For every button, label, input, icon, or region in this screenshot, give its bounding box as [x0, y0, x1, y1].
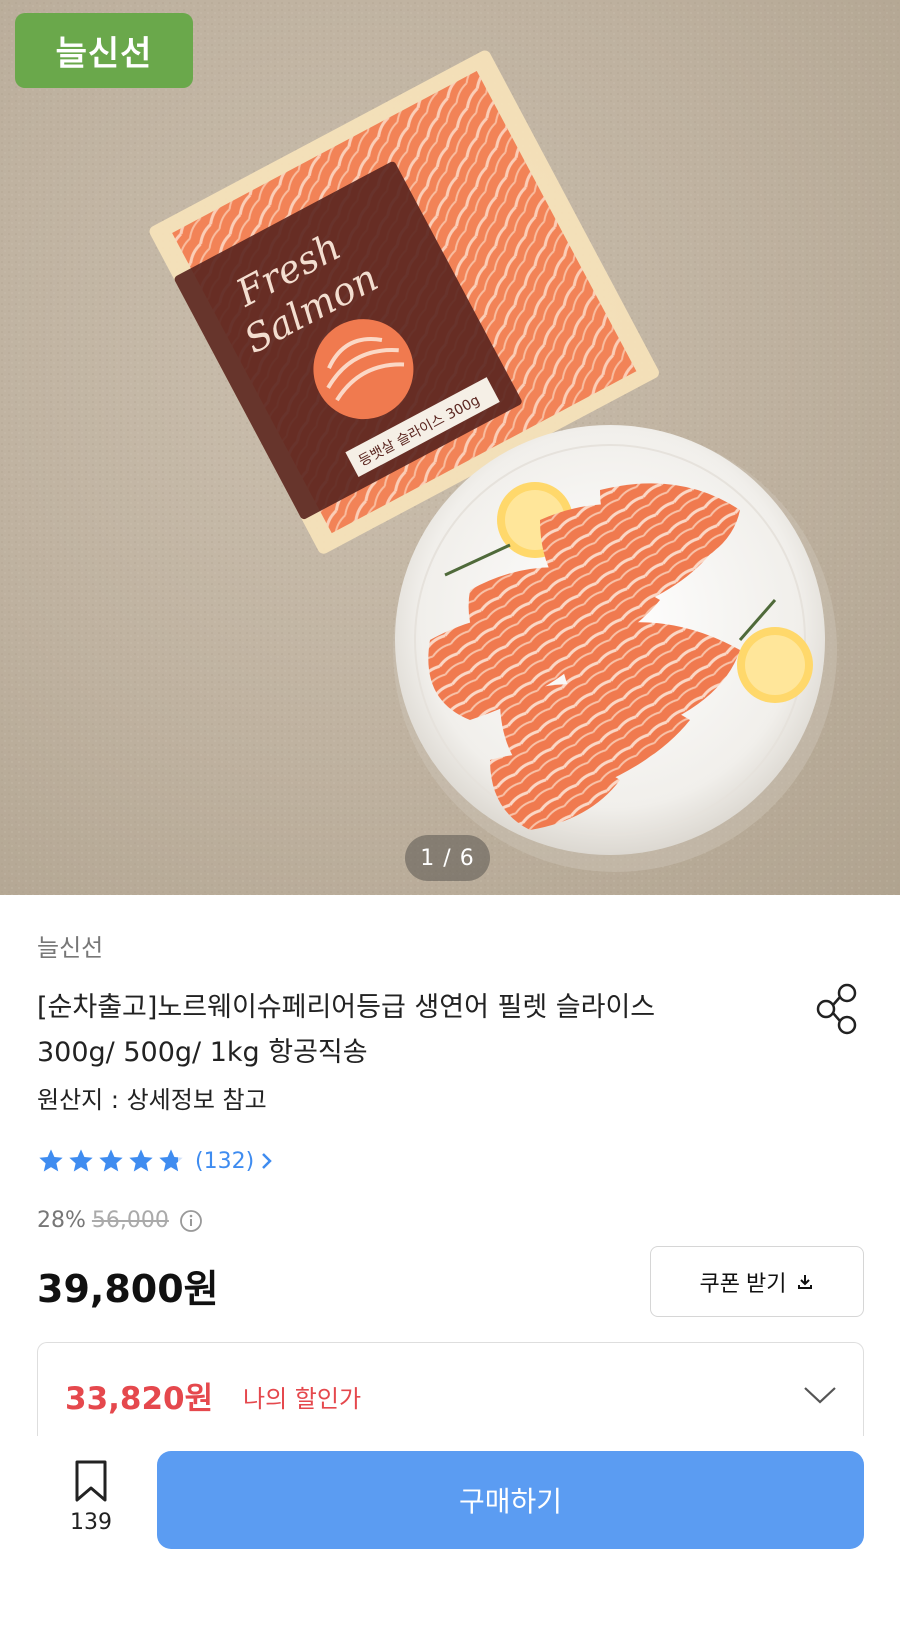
star-icon [39, 1149, 63, 1172]
product-title: [순차출고]노르웨이슈페리어등급 생연어 필렛 슬라이스 300g/ 500g/… [37, 985, 797, 1075]
buy-button[interactable]: 구매하기 [157, 1451, 864, 1549]
star-icon [99, 1149, 123, 1172]
product-image-carousel[interactable]: Fresh Salmon 등뱃살 슬라이스 300g 늘신선 1 / 6 [0, 0, 900, 895]
download-icon [797, 1274, 812, 1289]
star-half-icon [159, 1149, 183, 1172]
share-icon [816, 983, 857, 1035]
product-title-line2: 300g/ 500g/ 1kg 항공직송 [37, 1037, 368, 1068]
star-rating [37, 1147, 185, 1175]
brand-badge: 늘신선 [15, 13, 193, 88]
coupon-button-label: 쿠폰 받기 [699, 1270, 787, 1296]
discount-percent: 28% [37, 1208, 86, 1233]
coupon-button[interactable]: 쿠폰 받기 [650, 1246, 864, 1317]
my-discount-label: 나의 할인가 [243, 1385, 362, 1413]
chevron-right-icon [260, 1151, 274, 1171]
bookmark-icon [75, 1460, 107, 1502]
my-discount-price: 33,820원 [65, 1381, 214, 1417]
bookmark-button[interactable]: 139 [55, 1460, 127, 1550]
sale-price: 39,800원 [37, 1267, 219, 1311]
review-count[interactable]: (132) [195, 1149, 254, 1174]
original-price: 56,000 [91, 1208, 169, 1233]
seller-name[interactable]: 늘신선 [37, 928, 103, 963]
origin-info: 원산지 : 상세정보 참고 [37, 1086, 267, 1114]
info-icon[interactable] [179, 1209, 203, 1233]
star-icon [129, 1149, 153, 1172]
share-button[interactable] [812, 980, 864, 1038]
star-icon [69, 1149, 93, 1172]
product-title-line1: [순차출고]노르웨이슈페리어등급 생연어 필렛 슬라이스 [37, 992, 656, 1023]
bookmark-count: 139 [70, 1510, 112, 1535]
product-photo: Fresh Salmon 등뱃살 슬라이스 300g [0, 0, 900, 895]
discount-row: 28% 56,000 [37, 1208, 203, 1233]
chevron-down-icon[interactable] [803, 1385, 837, 1405]
image-counter: 1 / 6 [405, 835, 490, 881]
rating-reviews[interactable]: (132) [37, 1143, 274, 1179]
bottom-action-bar: 139 구매하기 [0, 1436, 900, 1639]
